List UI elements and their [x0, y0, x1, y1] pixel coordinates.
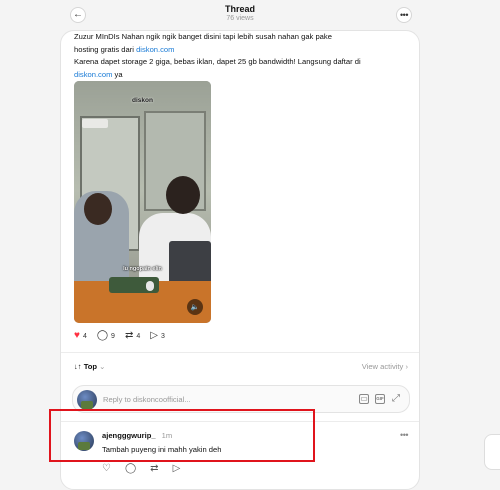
chevron-right-icon: › — [405, 362, 408, 371]
share-button[interactable]: ▷ 3 — [150, 331, 165, 341]
expand-icon[interactable]: ⤢ — [391, 394, 401, 404]
thread-header: ← Thread 76 views ••• — [60, 0, 420, 28]
video-scene-mouse — [146, 281, 154, 291]
like-button[interactable]: ♥ 4 — [74, 331, 87, 341]
repost-button[interactable]: ⇄ 4 — [125, 331, 140, 341]
chevron-down-icon: ⌄ — [99, 362, 106, 371]
image-icon[interactable]: ▭ — [359, 394, 369, 404]
sort-bar: ↓↑ Top ⌄ View activity › — [74, 362, 408, 374]
ellipsis-icon: ••• — [400, 9, 408, 20]
comment-icon: ◯ — [96, 330, 109, 341]
post-line-4: diskon.com ya — [74, 69, 123, 79]
divider — [61, 352, 419, 353]
page-title: Thread — [224, 4, 255, 14]
speaker-icon: 🔈 — [190, 304, 200, 311]
video-scene-ac — [82, 119, 108, 128]
video-watermark: diskon — [132, 97, 153, 104]
post-video[interactable]: diskon lu ngopain elin 🔈 — [74, 81, 211, 323]
sort-arrows-icon: ↓↑ — [74, 362, 82, 371]
more-options-button[interactable]: ••• — [396, 7, 412, 23]
post-line-3: Karena dapet storage 2 giga, bebas iklan… — [74, 57, 361, 66]
comment-more-button[interactable]: ••• — [400, 430, 408, 440]
heart-outline-icon[interactable]: ♡ — [102, 464, 111, 474]
comment-actions: ♡ ◯ ⇄ ▷ — [102, 464, 194, 474]
gif-icon[interactable]: GIF — [375, 394, 385, 404]
highlight-box — [49, 409, 315, 462]
repost-icon: ⇄ — [124, 330, 134, 341]
send-icon: ▷ — [150, 330, 158, 341]
side-panel-tab[interactable] — [484, 434, 500, 470]
post-actions: ♥ 4 ◯ 9 ⇄ 4 ▷ 3 — [74, 330, 175, 342]
video-person-left-head — [84, 193, 112, 225]
reply-tools: ▭ GIF ⤢ — [353, 394, 401, 404]
comment-button[interactable]: ◯ 9 — [97, 331, 115, 341]
post-line-1: Zuzur MInDIs Nahan ngik ngik banget disi… — [74, 32, 332, 41]
send-icon[interactable]: ▷ — [173, 464, 181, 474]
sort-dropdown[interactable]: ↓↑ Top ⌄ — [74, 362, 105, 371]
post-link[interactable]: diskon.com — [74, 70, 112, 79]
repost-icon[interactable]: ⇄ — [150, 464, 158, 474]
video-person-right-head — [166, 176, 200, 214]
video-caption: lu ngopain elin — [123, 266, 162, 272]
view-activity-link[interactable]: View activity › — [362, 362, 408, 371]
view-count: 76 views — [226, 15, 254, 22]
post-link[interactable]: diskon.com — [136, 45, 174, 54]
mute-toggle[interactable]: 🔈 — [187, 299, 203, 315]
avatar — [77, 390, 97, 410]
heart-icon: ♥ — [74, 330, 80, 341]
post-body: Zuzur MInDIs Nahan ngik ngik banget disi… — [74, 31, 414, 81]
post-line-2: hosting gratis dari diskon.com — [74, 44, 175, 54]
comment-icon[interactable]: ◯ — [125, 464, 136, 474]
reply-placeholder: Reply to diskoncoofficial... — [103, 395, 191, 404]
